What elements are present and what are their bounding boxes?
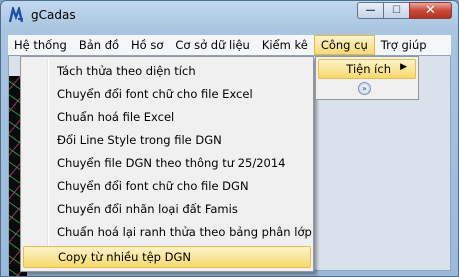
menu-item-nhan-famis[interactable]: Chuyển đổi nhãn loại đất Famis [23,198,311,220]
menu-ho-so[interactable]: Hồ sơ [125,35,169,55]
menu-item-font-dgn[interactable]: Chuyển đổi font chữ cho file DGN [23,175,311,197]
menu-bar: Hệ thống Bản đồ Hồ sơ Cơ sở dữ liệu Kiểm… [8,35,451,55]
expand-more-icon[interactable]: » [358,82,371,95]
minimize-icon: — [365,5,376,16]
menu-he-thong[interactable]: Hệ thống [8,35,73,55]
menu-item-line-style[interactable]: Đổi Line Style trong file DGN [23,129,311,151]
minimize-button[interactable]: — [357,2,383,19]
menu-ban-do[interactable]: Bản đồ [73,35,125,55]
menu-item-chuan-hoa-excel[interactable]: Chuẩn hoá file Excel [23,106,311,128]
caption-buttons: — ☐ ✕ [357,2,452,19]
window-title: gCadas [31,8,76,22]
menu-item-copy-dgn[interactable]: Copy từ nhiều tệp DGN [23,246,311,268]
menu-tro-giup[interactable]: Trợ giúp [375,35,433,55]
maximize-icon: ☐ [392,5,401,16]
maximize-button[interactable]: ☐ [383,2,409,19]
menu-item-tach-thua[interactable]: Tách thửa theo diện tích [23,60,311,82]
close-icon: ✕ [425,3,436,18]
menu-item-ranh-thua[interactable]: Chuẩn hoá lại ranh thửa theo bảng phân l… [23,221,312,243]
tools-dropdown-menu: Tách thửa theo diện tích Chuyển đổi font… [20,56,314,272]
menu-cong-cu[interactable]: Công cụ [313,35,375,55]
menu-co-so-du-lieu[interactable]: Cơ sở dữ liệu [169,35,255,55]
menu-kiem-ke[interactable]: Kiểm kê [256,35,314,55]
submenu-arrow-icon: ▶ [400,62,407,72]
app-icon [8,7,24,23]
menu-item-tien-ich[interactable]: Tiện ích ▶ [318,59,416,79]
close-button[interactable]: ✕ [409,2,452,19]
menu-item-font-excel[interactable]: Chuyển đổi font chữ cho file Excel [23,83,311,105]
submenu-label: Tiện ích [346,62,391,76]
title-bar[interactable]: gCadas — ☐ ✕ [1,1,458,31]
menu-item-chuyen-dgn[interactable]: Chuyển file DGN theo thông tư 25/2014 [23,152,311,174]
utilities-submenu: Tiện ích ▶ » [315,56,419,100]
